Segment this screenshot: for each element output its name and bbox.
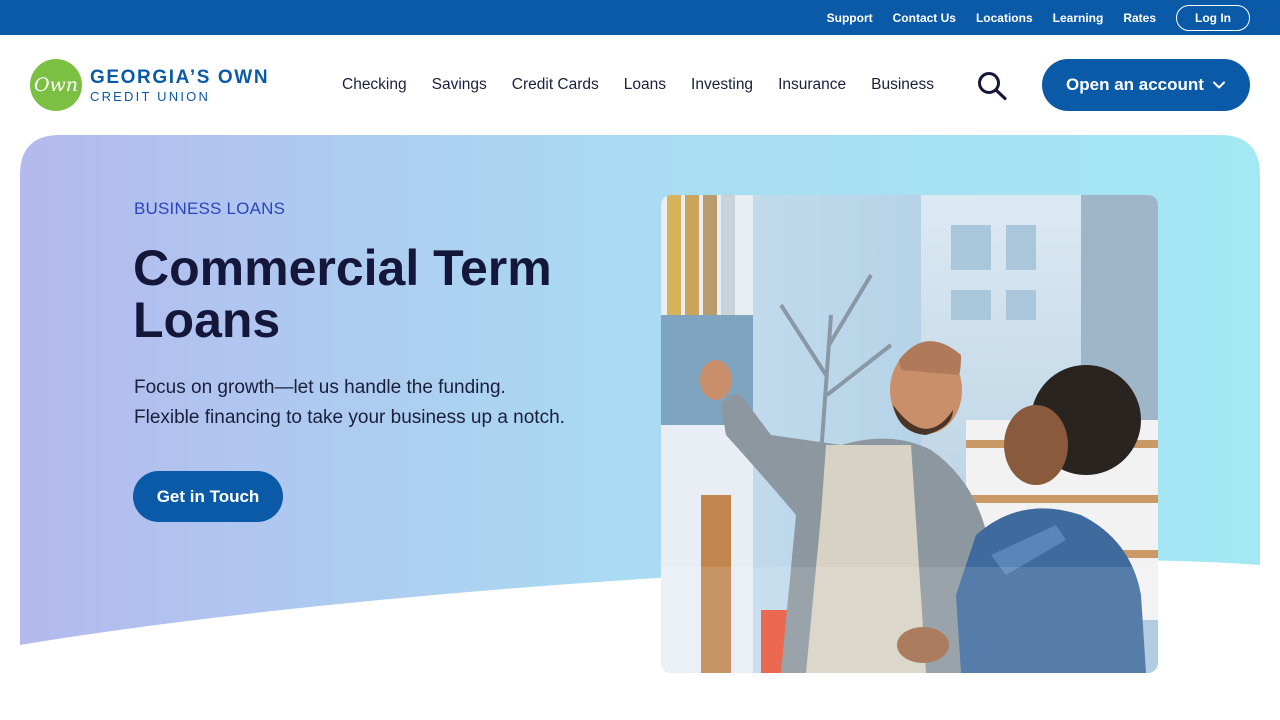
logo-name: GEORGIA’S OWN (90, 66, 270, 88)
main-nav: Checking Savings Credit Cards Loans Inve… (342, 35, 959, 135)
utility-link-rates[interactable]: Rates (1123, 11, 1156, 25)
main-header: Own GEORGIA’S OWN CREDIT UNION Checking … (0, 35, 1280, 135)
nav-item-credit-cards[interactable]: Credit Cards (512, 76, 599, 94)
utility-link-support[interactable]: Support (827, 11, 873, 25)
hero-subtitle-line-1: Focus on growth—let us handle the fundin… (134, 377, 506, 398)
nav-item-business[interactable]: Business (871, 76, 934, 94)
search-icon[interactable] (976, 71, 1008, 101)
hero-title: Commercial Term Loans (133, 240, 552, 348)
get-in-touch-button[interactable]: Get in Touch (133, 471, 283, 522)
logo-text: GEORGIA’S OWN CREDIT UNION (90, 68, 269, 103)
nav-item-loans[interactable]: Loans (624, 76, 666, 94)
nav-item-investing[interactable]: Investing (691, 76, 753, 94)
utility-link-locations[interactable]: Locations (976, 11, 1033, 25)
open-account-label: Open an account (1066, 75, 1204, 94)
hero-subtitle: Focus on growth—let us handle the fundin… (134, 373, 634, 433)
open-account-button[interactable]: Open an account (1042, 59, 1250, 111)
login-button[interactable]: Log In (1176, 4, 1250, 31)
utility-link-learning[interactable]: Learning (1053, 11, 1104, 25)
hero: BUSINESS LOANS Commercial Term Loans Foc… (20, 135, 1260, 720)
logo-subname: CREDIT UNION (90, 88, 211, 104)
utility-bar: Support Contact Us Locations Learning Ra… (0, 0, 1280, 35)
utility-link-contact-us[interactable]: Contact Us (893, 11, 956, 25)
nav-item-savings[interactable]: Savings (432, 76, 487, 94)
hero-eyebrow: BUSINESS LOANS (134, 199, 286, 218)
logo-mark: Own (30, 59, 82, 111)
utility-links: Support Contact Us Locations Learning Ra… (807, 0, 1250, 35)
nav-item-insurance[interactable]: Insurance (778, 76, 846, 94)
logo[interactable]: Own GEORGIA’S OWN CREDIT UNION (30, 59, 269, 111)
nav-item-checking[interactable]: Checking (342, 76, 407, 94)
hero-photo (661, 195, 1158, 673)
chevron-down-icon (1212, 81, 1225, 89)
hero-subtitle-line-2: Flexible financing to take your business… (134, 407, 565, 428)
